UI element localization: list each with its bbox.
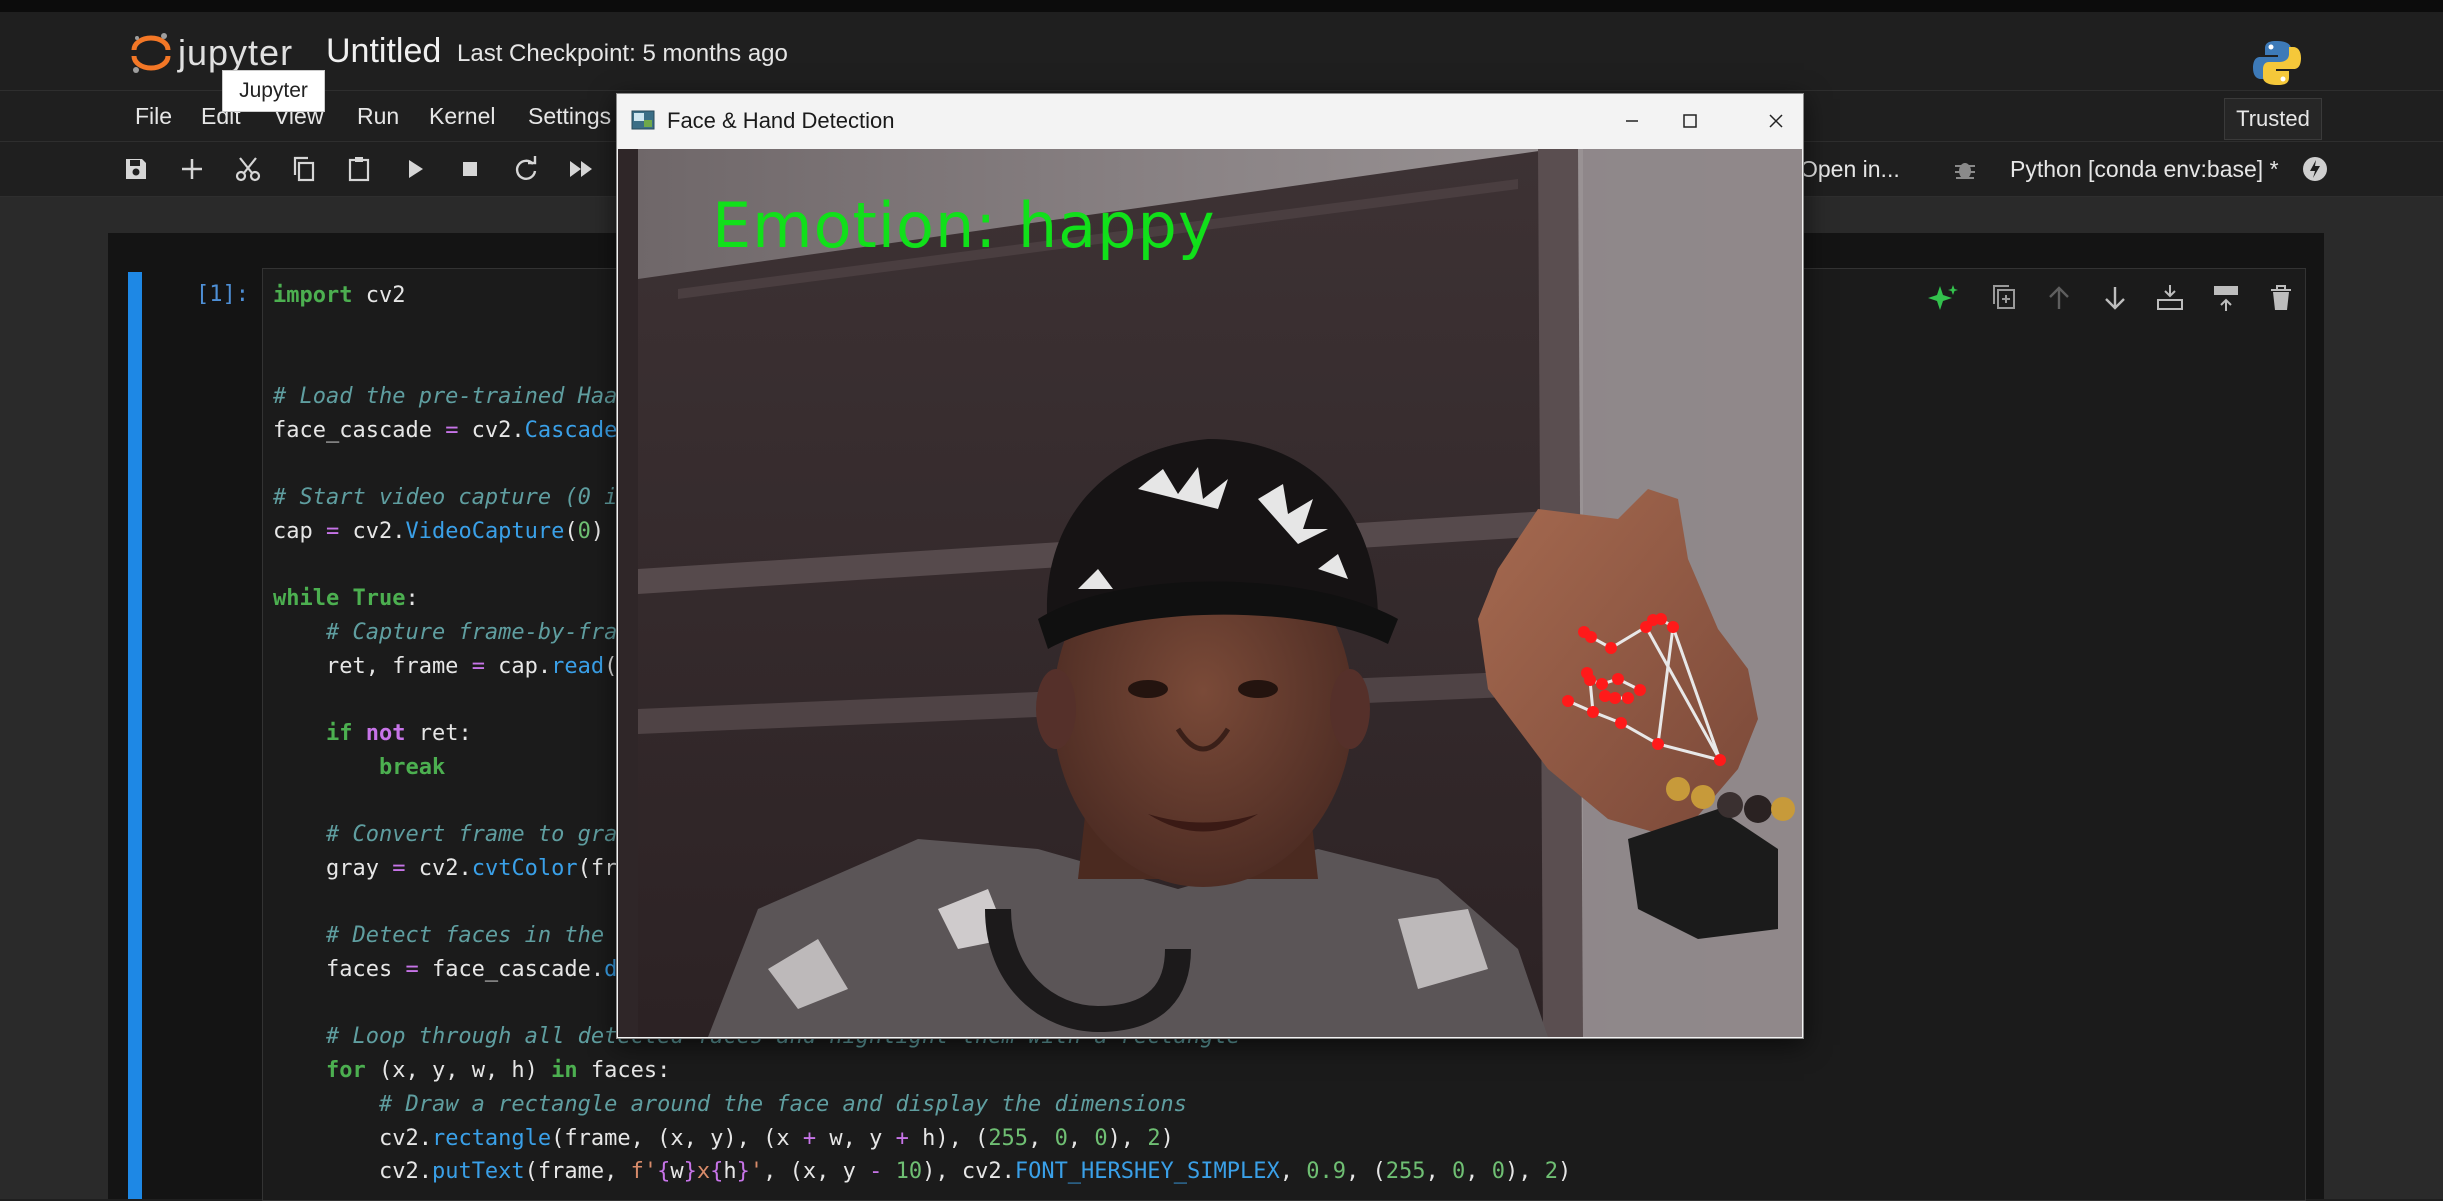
minimize-icon[interactable] — [1617, 106, 1647, 136]
active-cell-indicator[interactable] — [128, 272, 142, 1199]
kernel-name[interactable]: Python [conda env:base] * — [2010, 156, 2279, 183]
cv-window[interactable]: Face & Hand Detection Emotion: happy — [616, 93, 1804, 1039]
restart-icon[interactable] — [511, 154, 541, 184]
top-strip — [0, 0, 2443, 12]
copy-icon[interactable] — [289, 154, 319, 184]
menu-settings[interactable]: Settings — [528, 103, 611, 130]
move-down-icon[interactable] — [2099, 282, 2131, 314]
camera-image — [618, 149, 1802, 1037]
notebook-title[interactable]: Untitled — [326, 32, 441, 71]
menu-kernel[interactable]: Kernel — [429, 103, 495, 130]
menu-file[interactable]: File — [135, 103, 172, 130]
close-icon[interactable] — [1761, 106, 1791, 136]
cell-prompt: [1]: — [196, 282, 249, 307]
jupyter-tooltip: Jupyter — [222, 70, 325, 112]
delete-icon[interactable] — [2265, 282, 2297, 314]
maximize-icon[interactable] — [1675, 106, 1705, 136]
duplicate-cell-icon[interactable] — [1989, 282, 2021, 314]
python-logo-icon — [2253, 41, 2301, 85]
move-up-icon[interactable] — [2043, 282, 2075, 314]
last-checkpoint: Last Checkpoint: 5 months ago — [457, 40, 788, 67]
cut-icon[interactable] — [233, 154, 263, 184]
cv-window-titlebar[interactable]: Face & Hand Detection — [617, 94, 1803, 149]
trusted-indicator[interactable]: Trusted — [2224, 98, 2322, 140]
paste-icon[interactable] — [344, 154, 374, 184]
cv-window-title: Face & Hand Detection — [667, 108, 895, 133]
emotion-label: Emotion: happy — [712, 189, 1216, 262]
menu-run[interactable]: Run — [357, 103, 399, 130]
ai-sparkle-icon[interactable] — [1928, 282, 1960, 314]
insert-below-icon[interactable] — [2210, 282, 2242, 314]
jupyter-logo-text[interactable]: jupyter — [178, 32, 293, 74]
run-icon[interactable] — [400, 154, 430, 184]
jupyter-logo-icon[interactable] — [128, 30, 174, 76]
add-cell-icon[interactable] — [177, 154, 207, 184]
camera-frame: Emotion: happy — [618, 149, 1802, 1037]
debugger-icon[interactable] — [1950, 154, 1980, 184]
kernel-status-icon — [2303, 157, 2327, 181]
open-in-dropdown[interactable]: Open in... — [1800, 156, 1900, 183]
fast-forward-icon[interactable] — [566, 154, 596, 184]
cv-window-app-icon — [631, 110, 655, 130]
insert-above-icon[interactable] — [2154, 282, 2186, 314]
save-icon[interactable] — [121, 154, 151, 184]
stop-icon[interactable] — [455, 154, 485, 184]
header: jupyter Untitled Last Checkpoint: 5 mont… — [0, 12, 2443, 91]
